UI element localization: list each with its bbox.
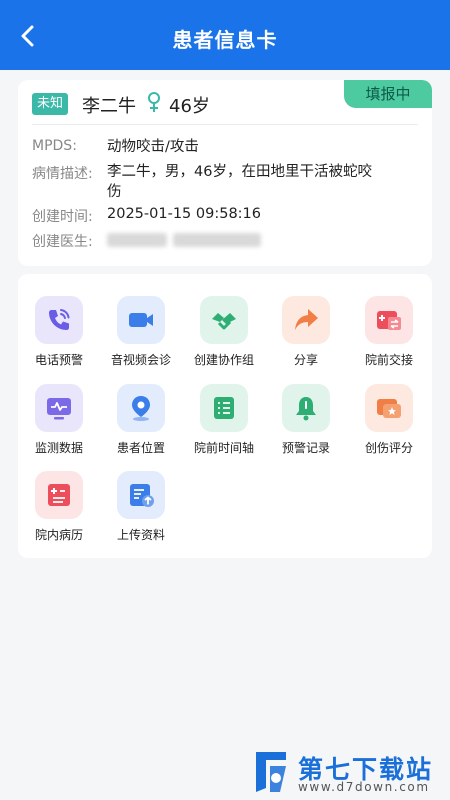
phone-icon-box bbox=[35, 296, 83, 344]
action-label: 分享 bbox=[293, 353, 318, 367]
score-icon-box bbox=[365, 384, 413, 432]
created-time-label: 创建时间: bbox=[32, 209, 93, 225]
share-icon bbox=[295, 309, 318, 330]
action-label: 电话预警 bbox=[34, 353, 83, 367]
status-badge: 填报中 bbox=[344, 80, 432, 108]
handshake-icon bbox=[212, 313, 236, 330]
action-phone-alert[interactable]: 电话预警 bbox=[18, 296, 100, 368]
doctor-label: 创建医生: bbox=[32, 234, 93, 250]
action-video-consult[interactable]: 音视频会诊 bbox=[100, 296, 182, 368]
handshake-icon-box bbox=[200, 296, 248, 344]
transfer-icon bbox=[377, 311, 401, 330]
description-label: 病情描述: bbox=[32, 166, 93, 182]
action-label: 患者位置 bbox=[116, 441, 165, 455]
bell-icon bbox=[296, 397, 316, 421]
action-share[interactable]: 分享 bbox=[265, 296, 347, 368]
action-label: 院前交接 bbox=[364, 353, 413, 367]
medical-record-icon bbox=[48, 484, 70, 506]
action-prehospital-timeline[interactable]: 院前时间轴 bbox=[183, 384, 265, 456]
share-icon-box bbox=[282, 296, 330, 344]
action-alert-records[interactable]: 预警记录 bbox=[265, 384, 347, 456]
bell-icon-box bbox=[282, 384, 330, 432]
video-icon bbox=[129, 313, 153, 327]
top-bar: 患者信息卡 bbox=[0, 0, 450, 70]
action-monitoring-data[interactable]: 监测数据 bbox=[18, 384, 100, 456]
timeline-icon bbox=[214, 397, 234, 419]
patient-age: 46岁 bbox=[169, 96, 210, 117]
action-prehospital-handover[interactable]: 院前交接 bbox=[348, 296, 430, 368]
doctor-info-redacted bbox=[173, 233, 261, 247]
created-time-value: 2025-01-15 09:58:16 bbox=[107, 206, 261, 222]
patient-info-card: 填报中 未知 李二牛 46岁 MPDS: 动物咬击/攻击 病情描述: 李二牛，男… bbox=[18, 80, 432, 266]
divider bbox=[32, 124, 418, 125]
location-icon bbox=[132, 396, 150, 421]
action-upload-materials[interactable]: 上传资料 bbox=[100, 471, 182, 543]
upload-icon bbox=[130, 484, 154, 507]
status-badge-label: 填报中 bbox=[365, 85, 411, 103]
action-label: 监测数据 bbox=[34, 441, 83, 455]
doctor-name-redacted bbox=[107, 233, 167, 247]
location-icon-box bbox=[117, 384, 165, 432]
watermark: 第七下载站 www.d7down.com bbox=[252, 748, 444, 796]
phone-icon bbox=[49, 309, 70, 330]
female-icon bbox=[148, 92, 160, 112]
action-create-group[interactable]: 创建协作组 bbox=[183, 296, 265, 368]
action-label: 创伤评分 bbox=[364, 441, 413, 455]
description-value: 李二牛，男，46岁，在田地里干活被蛇咬伤 bbox=[107, 164, 372, 200]
timeline-icon-box bbox=[200, 384, 248, 432]
action-inhospital-record[interactable]: 院内病历 bbox=[18, 471, 100, 543]
action-label: 音视频会诊 bbox=[110, 353, 171, 367]
watermark-logo-icon bbox=[256, 752, 286, 792]
action-label: 预警记录 bbox=[281, 441, 330, 455]
patient-name: 李二牛 bbox=[82, 96, 136, 117]
unknown-tag: 未知 bbox=[32, 93, 69, 115]
watermark-url: www.d7down.com bbox=[298, 780, 430, 794]
score-icon bbox=[377, 399, 401, 418]
page-title: 患者信息卡 bbox=[172, 28, 278, 52]
video-icon-box bbox=[117, 296, 165, 344]
action-label: 院内病历 bbox=[34, 528, 83, 542]
action-label: 创建协作组 bbox=[193, 353, 254, 367]
upload-icon-box bbox=[117, 471, 165, 519]
transfer-icon-box bbox=[365, 296, 413, 344]
actions-panel: 电话预警 音视频会诊 创建协作组 分享 院前交接 监测数据 患者位置 院前时间轴… bbox=[18, 274, 432, 558]
monitor-icon bbox=[47, 398, 71, 420]
action-patient-location[interactable]: 患者位置 bbox=[100, 384, 182, 456]
action-trauma-score[interactable]: 创伤评分 bbox=[348, 384, 430, 456]
mpds-value: 动物咬击/攻击 bbox=[107, 139, 199, 155]
action-label: 上传资料 bbox=[116, 528, 165, 542]
mpds-label: MPDS: bbox=[32, 138, 77, 154]
medical-record-icon-box bbox=[35, 471, 83, 519]
monitor-icon-box bbox=[35, 384, 83, 432]
action-label: 院前时间轴 bbox=[193, 441, 254, 455]
